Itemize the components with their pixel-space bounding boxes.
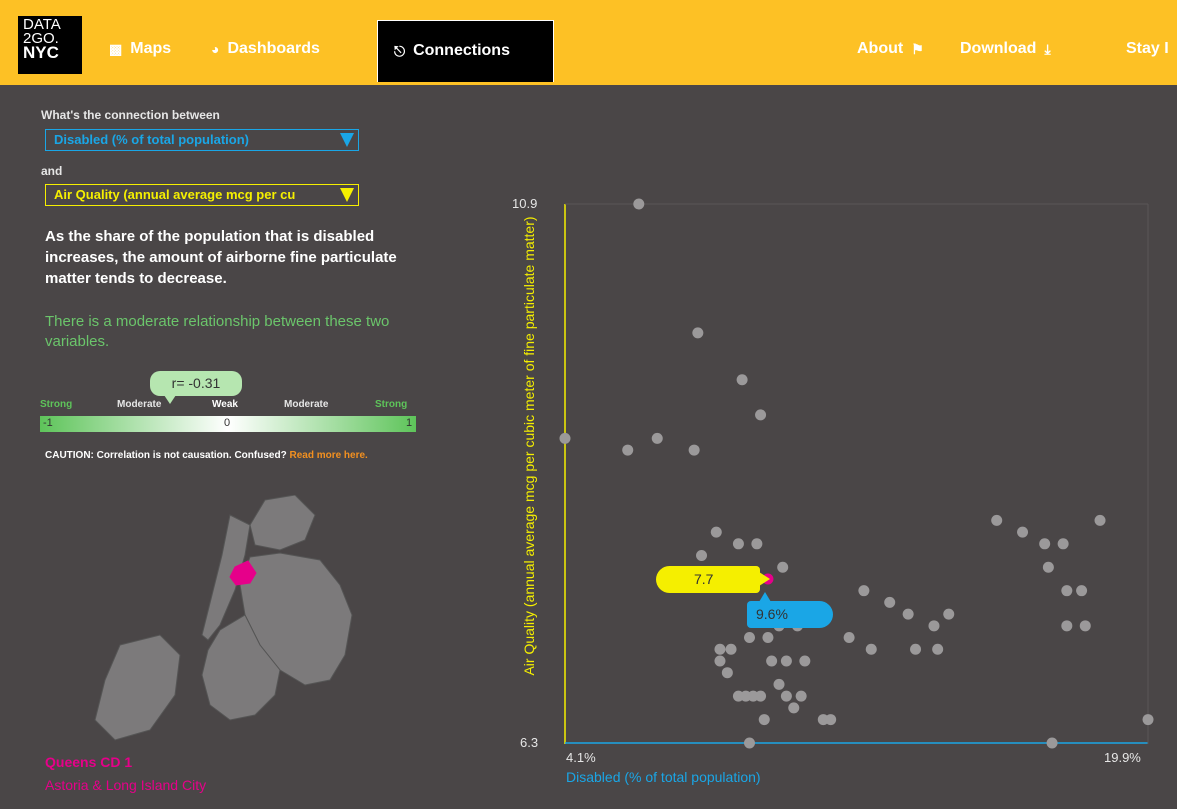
- x-axis-label: Disabled (% of total population): [566, 769, 761, 785]
- scatter-point[interactable]: [884, 596, 896, 608]
- scatter-point[interactable]: [795, 690, 807, 702]
- x-tick-max: 19.9%: [1104, 750, 1141, 765]
- scatter-point[interactable]: [732, 538, 744, 550]
- scatter-point[interactable]: [1061, 585, 1073, 597]
- scatter-point[interactable]: [721, 667, 733, 679]
- scatter-point[interactable]: [777, 561, 789, 573]
- scatter-point[interactable]: [751, 538, 763, 550]
- scatter-point[interactable]: [825, 714, 837, 726]
- scatter-point[interactable]: [743, 632, 755, 644]
- scatter-point[interactable]: [688, 444, 700, 456]
- scatter-chart: [559, 198, 1154, 749]
- scatter-point[interactable]: [991, 514, 1003, 526]
- y-tick-max: 10.9: [512, 196, 538, 211]
- scatter-point[interactable]: [710, 526, 722, 538]
- scatter-point[interactable]: [714, 643, 726, 655]
- scatter-point[interactable]: [1094, 514, 1106, 526]
- y-axis-label: Air Quality (annual average mcg per cubi…: [521, 216, 537, 676]
- scatter-point[interactable]: [740, 690, 752, 702]
- scatter-point[interactable]: [766, 655, 778, 667]
- scatter-point[interactable]: [692, 327, 704, 339]
- scatter-point[interactable]: [1142, 714, 1154, 726]
- scatter-point[interactable]: [843, 632, 855, 644]
- x-tick-min: 4.1%: [566, 750, 596, 765]
- scatter-point[interactable]: [1046, 737, 1058, 749]
- scatter-point[interactable]: [780, 655, 792, 667]
- scatter-point[interactable]: [622, 444, 634, 456]
- scatter-point[interactable]: [1061, 620, 1073, 632]
- scatter-point[interactable]: [1079, 620, 1091, 632]
- scatter-point[interactable]: [865, 643, 877, 655]
- scatter-point[interactable]: [743, 737, 755, 749]
- y-value-tooltip: 7.7: [656, 566, 770, 593]
- scatter-point[interactable]: [755, 690, 767, 702]
- scatter-point[interactable]: [696, 550, 708, 562]
- scatter-point[interactable]: [780, 690, 792, 702]
- scatter-point[interactable]: [928, 620, 940, 632]
- scatter-point[interactable]: [559, 432, 571, 444]
- points-layer: [559, 198, 1154, 749]
- scatter-point[interactable]: [858, 585, 870, 597]
- scatter-point[interactable]: [755, 409, 767, 421]
- scatter-point[interactable]: [736, 374, 748, 386]
- scatter-point[interactable]: [1039, 538, 1051, 550]
- scatter-point[interactable]: [714, 655, 726, 667]
- scatter-point[interactable]: [1076, 585, 1088, 597]
- scatter-point[interactable]: [1042, 561, 1054, 573]
- y-tick-min: 6.3: [520, 735, 539, 750]
- scatter-point[interactable]: [788, 702, 800, 714]
- scatter-point[interactable]: [633, 198, 645, 210]
- scatter-point[interactable]: [1017, 526, 1029, 538]
- x-value-tooltip: 9.6%: [747, 592, 833, 628]
- scatter-point[interactable]: [943, 608, 955, 620]
- scatter-point[interactable]: [1057, 538, 1069, 550]
- scatter-point[interactable]: [902, 608, 914, 620]
- scatter-point[interactable]: [932, 643, 944, 655]
- scatter-point[interactable]: [725, 643, 737, 655]
- scatter-point[interactable]: [758, 714, 770, 726]
- scatter-point[interactable]: [762, 632, 774, 644]
- scatter-point[interactable]: [773, 678, 785, 690]
- scatter-point[interactable]: [799, 655, 811, 667]
- scatter-point[interactable]: [910, 643, 922, 655]
- scatter-point[interactable]: [651, 432, 663, 444]
